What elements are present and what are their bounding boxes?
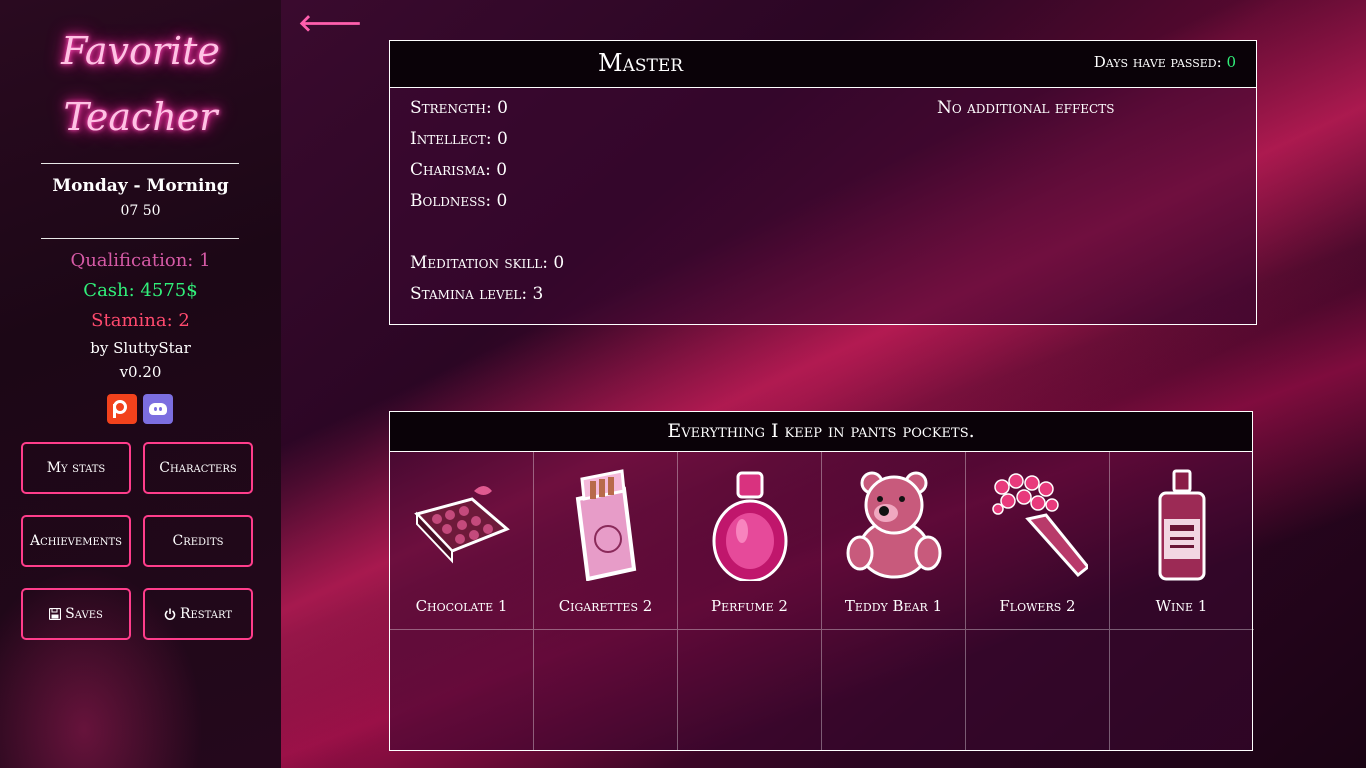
days-passed: Days have passed: 0	[1094, 53, 1236, 71]
inventory-title: Everything I keep in pants pockets.	[667, 420, 975, 442]
panel-title: Master	[598, 49, 684, 77]
item-label: Wine 1	[1155, 597, 1208, 615]
stat-intellect: Intellect: 0	[410, 129, 508, 149]
inventory-slot[interactable]: Teddy Bear 1	[822, 451, 966, 630]
whiskey-bottle-icon	[1158, 469, 1206, 581]
time-label: 07 50	[120, 203, 161, 219]
patreon-icon[interactable]	[107, 394, 137, 424]
logo-line-2: Teacher	[63, 95, 218, 139]
floppy-disk-icon	[49, 608, 62, 620]
stats-panel-header: Master Days have passed: 0	[390, 41, 1256, 88]
item-label: Perfume 2	[711, 597, 788, 615]
item-label: Chocolate 1	[415, 597, 508, 615]
teddy-bear-icon	[846, 471, 942, 579]
effects-label: No additional effects	[937, 98, 1115, 118]
characters-button[interactable]: Characters	[143, 442, 253, 494]
inventory-slot[interactable]: Cigarettes 2	[534, 451, 678, 630]
saves-button[interactable]: Saves	[21, 588, 131, 640]
inventory-slot[interactable]: Flowers 2	[966, 451, 1110, 630]
discord-icon[interactable]	[143, 394, 173, 424]
game-logo: Favorite Teacher	[0, 18, 281, 150]
inventory-slot[interactable]: Wine 1	[1110, 451, 1254, 630]
my-stats-button[interactable]: My stats	[21, 442, 131, 494]
stats-panel: Master Days have passed: 0 Strength: 0 I…	[389, 40, 1257, 325]
stat-boldness: Boldness: 0	[410, 191, 508, 211]
logo-line-1: Favorite	[61, 29, 220, 73]
inventory-slot-empty[interactable]	[390, 630, 534, 751]
inventory-slot-empty[interactable]	[534, 630, 678, 751]
credits-button[interactable]: Credits	[143, 515, 253, 567]
restart-label: Restart	[179, 606, 233, 622]
stamina-label: Stamina: 2	[91, 310, 190, 331]
stat-strength: Strength: 0	[410, 98, 508, 118]
days-passed-value: 0	[1226, 53, 1236, 71]
version-label: v0.20	[119, 363, 162, 381]
qualification-label: Qualification: 1	[70, 250, 211, 271]
day-label: Monday - Morning	[52, 176, 229, 196]
perfume-bottle-icon	[712, 471, 788, 581]
divider	[41, 163, 239, 164]
achievements-button[interactable]: Achievements	[21, 515, 131, 567]
item-label: Cigarettes 2	[558, 597, 653, 615]
inventory-slot-empty[interactable]	[1110, 630, 1254, 751]
inventory-header: Everything I keep in pants pockets.	[390, 412, 1252, 452]
author-label: by SluttyStar	[90, 339, 191, 357]
chocolate-box-icon	[414, 486, 510, 564]
restart-button[interactable]: Restart	[143, 588, 253, 640]
inventory-slot-empty[interactable]	[822, 630, 966, 751]
saves-label: Saves	[65, 606, 103, 622]
power-icon	[164, 608, 176, 620]
item-label: Teddy Bear 1	[844, 597, 943, 615]
item-label: Flowers 2	[999, 597, 1076, 615]
inventory-panel: Everything I keep in pants pockets. Choc…	[389, 411, 1254, 751]
stat-charisma: Charisma: 0	[410, 160, 508, 180]
divider	[41, 238, 239, 239]
characters-label: Characters	[159, 460, 237, 476]
my-stats-label: My stats	[46, 460, 106, 476]
inventory-slot[interactable]: Perfume 2	[678, 451, 822, 630]
days-passed-label: Days have passed:	[1093, 53, 1227, 71]
cash-label: Cash: 4575$	[83, 280, 198, 301]
cigarette-pack-icon	[575, 469, 637, 581]
sidebar: Favorite Teacher Monday - Morning 07 50 …	[0, 0, 281, 768]
stat-stamina-level: Stamina level: 3	[410, 284, 544, 304]
flower-bouquet-icon	[992, 473, 1088, 578]
achievements-label: Achievements	[29, 533, 123, 549]
inventory-slot-empty[interactable]	[678, 630, 822, 751]
main-area: 🡐 Master Days have passed: 0 Strength: 0…	[281, 0, 1366, 768]
credits-label: Credits	[172, 533, 224, 549]
inventory-slot-empty[interactable]	[966, 630, 1110, 751]
inventory-slot[interactable]: Chocolate 1	[390, 451, 534, 630]
back-arrow-icon[interactable]: 🡐	[298, 8, 362, 37]
stat-meditation: Meditation skill: 0	[410, 253, 565, 273]
